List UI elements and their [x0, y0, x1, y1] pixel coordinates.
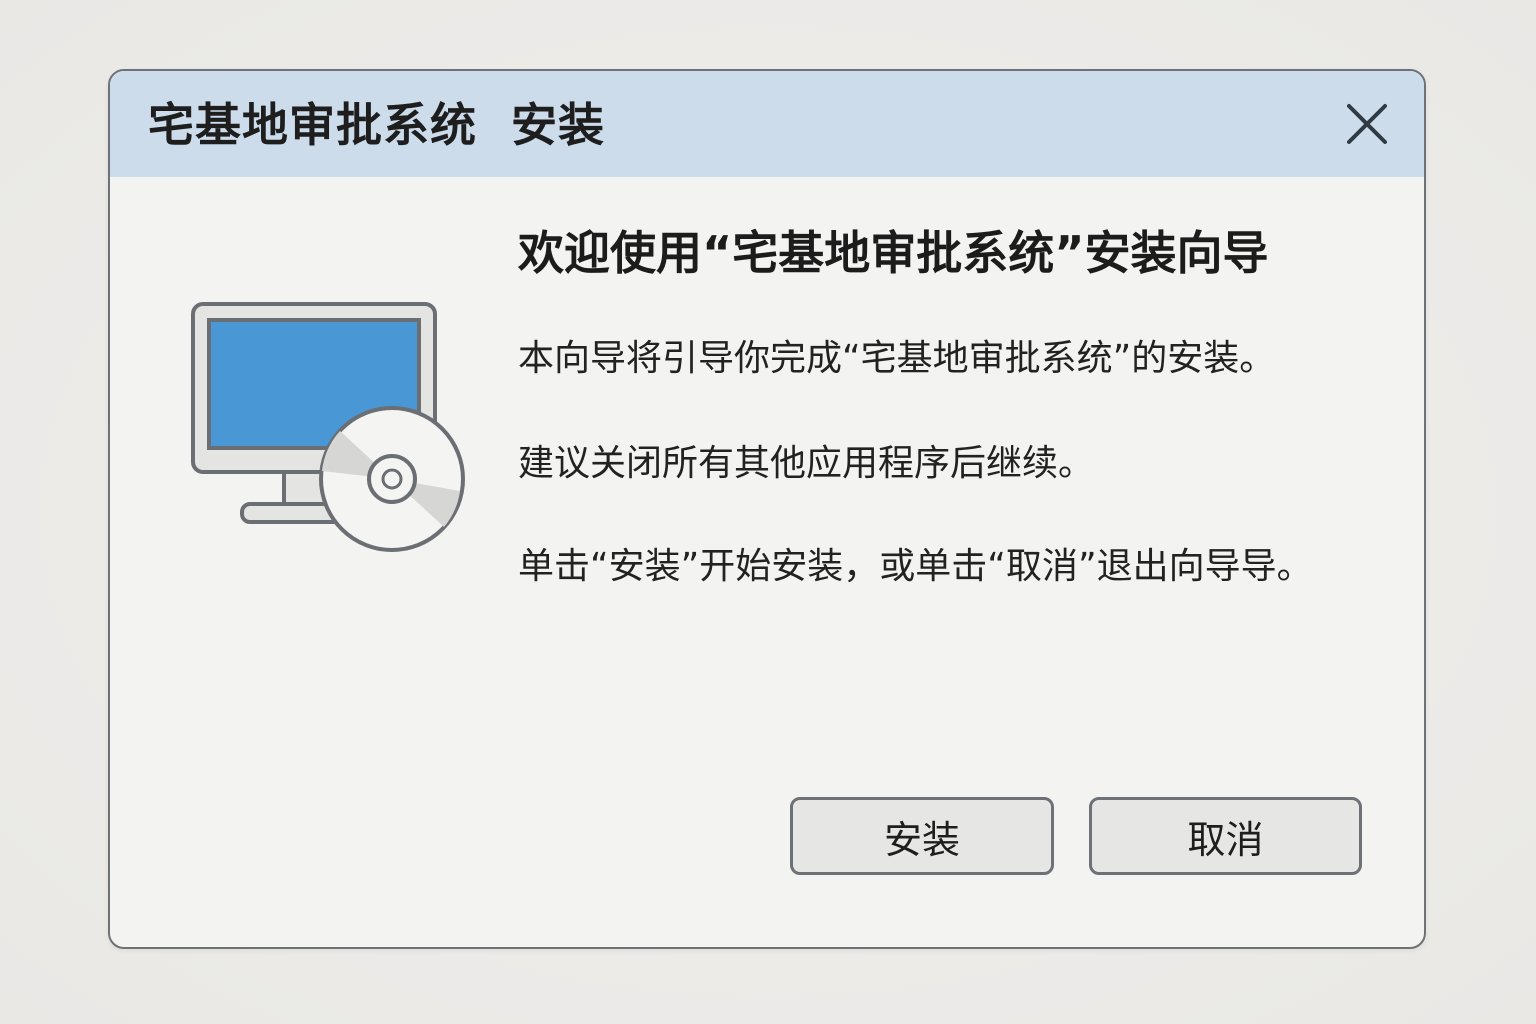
- close-button[interactable]: [1344, 101, 1390, 147]
- close-apps-paragraph: 建议关闭所有其他应用程序后继续。: [518, 443, 1095, 484]
- installer-dialog: 宅基地审批系统 安装 欢迎使用“宅基地审批系统”安装向导 本向导将引导你完成“宅…: [108, 69, 1426, 949]
- instruction-paragraph: 单击“安装”开始安装，或单击“取消”退出向导导。: [518, 546, 1313, 587]
- install-button[interactable]: 安装: [790, 797, 1054, 875]
- title-bar: 宅基地审批系统 安装: [110, 71, 1424, 177]
- intro-paragraph: 本向导将引导你完成“宅基地审批系统”的安装。: [518, 338, 1276, 379]
- cancel-button[interactable]: 取消: [1089, 797, 1362, 875]
- computer-with-disc-icon: [190, 301, 470, 561]
- welcome-heading: 欢迎使用“宅基地审批系统”安装向导: [518, 226, 1269, 280]
- dialog-title: 宅基地审批系统 安装: [148, 98, 606, 152]
- close-icon: [1347, 104, 1387, 144]
